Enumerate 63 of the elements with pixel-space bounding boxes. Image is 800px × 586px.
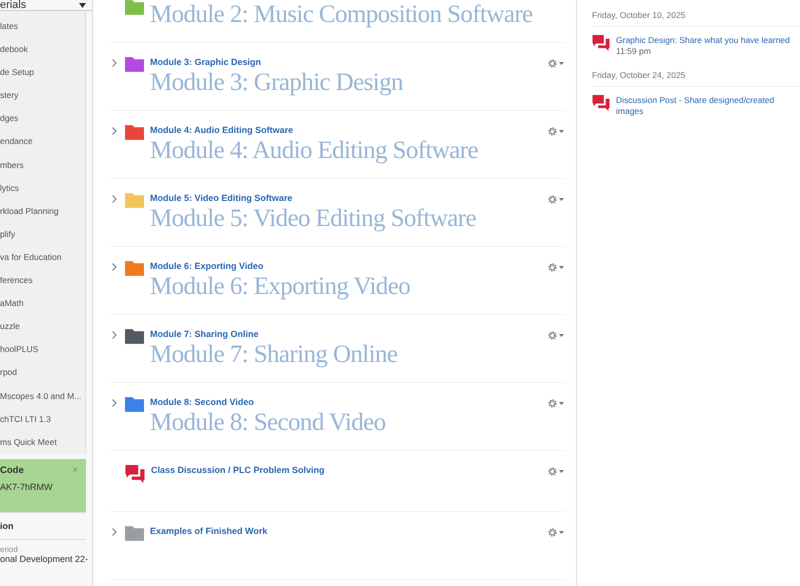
sidebar-item[interactable]: aMath	[0, 292, 85, 316]
settings-menu-icon[interactable]	[548, 467, 564, 476]
card-title: Code	[0, 464, 24, 476]
sidebar-item[interactable]: de Setup	[0, 61, 85, 84]
sidebar-item[interactable]: ms Quick Meet	[0, 430, 85, 454]
module-link[interactable]: Module 7: Sharing Online	[150, 329, 542, 340]
module-link[interactable]: Examples of Finished Work	[150, 526, 542, 537]
sidebar-header: erials	[0, 0, 26, 10]
settings-menu-icon[interactable]	[548, 399, 564, 408]
sidebar-item[interactable]: stery	[0, 84, 85, 108]
module-link[interactable]: Module 4: Audio Editing Software	[150, 125, 542, 136]
module-title: Module 8: Second Video	[150, 408, 387, 438]
module-title: Module 4: Audio Editing Software	[150, 136, 479, 166]
sidebar-item[interactable]: rkload Planning	[0, 200, 85, 223]
sidebar-item[interactable]: mbers	[0, 154, 85, 177]
section-title: ion	[0, 520, 86, 540]
field-value: onal Development 22-	[0, 554, 86, 564]
module-title: Module 6: Exporting Video	[150, 272, 412, 302]
sidebar-item[interactable]: uzzle	[0, 315, 85, 338]
expand-chevron-icon[interactable]	[112, 331, 117, 339]
assignment-link[interactable]: Graphic Design: Share what you have learned	[616, 35, 790, 46]
settings-menu-icon[interactable]	[548, 195, 564, 204]
settings-menu-icon[interactable]	[548, 127, 564, 136]
settings-menu-icon[interactable]	[548, 263, 564, 272]
expand-chevron-icon[interactable]	[112, 528, 117, 536]
assignment-link[interactable]: Discussion Post - Share designed/created images	[616, 95, 800, 117]
discussion-icon	[592, 35, 610, 51]
due-time: 11:59 pm	[616, 46, 652, 56]
module-link[interactable]: Module 8: Second Video	[150, 397, 542, 408]
expand-chevron-icon[interactable]	[112, 399, 117, 407]
expand-chevron-icon[interactable]	[112, 59, 117, 67]
settings-menu-icon[interactable]	[548, 59, 564, 68]
sidebar-item[interactable]: debook	[0, 38, 85, 62]
module-link[interactable]: Class Discussion / PLC Problem Solving	[151, 465, 542, 476]
module-link[interactable]: Module 5: Video Editing Software	[150, 193, 542, 204]
discussion-icon	[592, 95, 610, 111]
sidebar-item[interactable]: Mscopes 4.0 and M...	[0, 384, 85, 408]
settings-menu-icon[interactable]	[548, 331, 564, 340]
module-title: Module 2: Music Composition Software	[150, 0, 534, 30]
module-title: Module 7: Sharing Online	[150, 340, 398, 370]
module-title: Module 5: Video Editing Software	[150, 204, 478, 234]
sidebar-item[interactable]: ferences	[0, 269, 85, 292]
expand-chevron-icon[interactable]	[112, 263, 117, 271]
sidebar-item[interactable]: va for Education	[0, 246, 85, 270]
settings-menu-icon[interactable]	[548, 528, 564, 537]
sidebar-item[interactable]: endance	[0, 130, 85, 154]
module-title: Module 3: Graphic Design	[150, 68, 404, 98]
sidebar-item[interactable]: plify	[0, 222, 85, 246]
module-link[interactable]: Module 3: Graphic Design	[150, 57, 542, 68]
field-label: eriod	[0, 544, 19, 554]
expand-chevron-icon[interactable]	[112, 195, 117, 203]
expand-chevron-icon[interactable]	[112, 127, 117, 135]
sidebar-item[interactable]: lates	[0, 15, 85, 38]
date-heading: Friday, October 10, 2025	[592, 10, 800, 27]
access-code: AK7-7hRMW	[0, 482, 54, 492]
sidebar-item[interactable]: rpod	[0, 361, 85, 384]
sidebar-item[interactable]: chTCI LTI 1.3	[0, 408, 85, 431]
sidebar-item[interactable]: dges	[0, 107, 85, 130]
sidebar-item[interactable]: lytics	[0, 176, 85, 200]
date-heading: Friday, October 24, 2025	[592, 70, 800, 87]
dropdown-caret-icon[interactable]	[79, 2, 86, 8]
sidebar-item[interactable]: hoolPLUS	[0, 338, 85, 362]
module-link[interactable]: Module 6: Exporting Video	[150, 261, 542, 272]
